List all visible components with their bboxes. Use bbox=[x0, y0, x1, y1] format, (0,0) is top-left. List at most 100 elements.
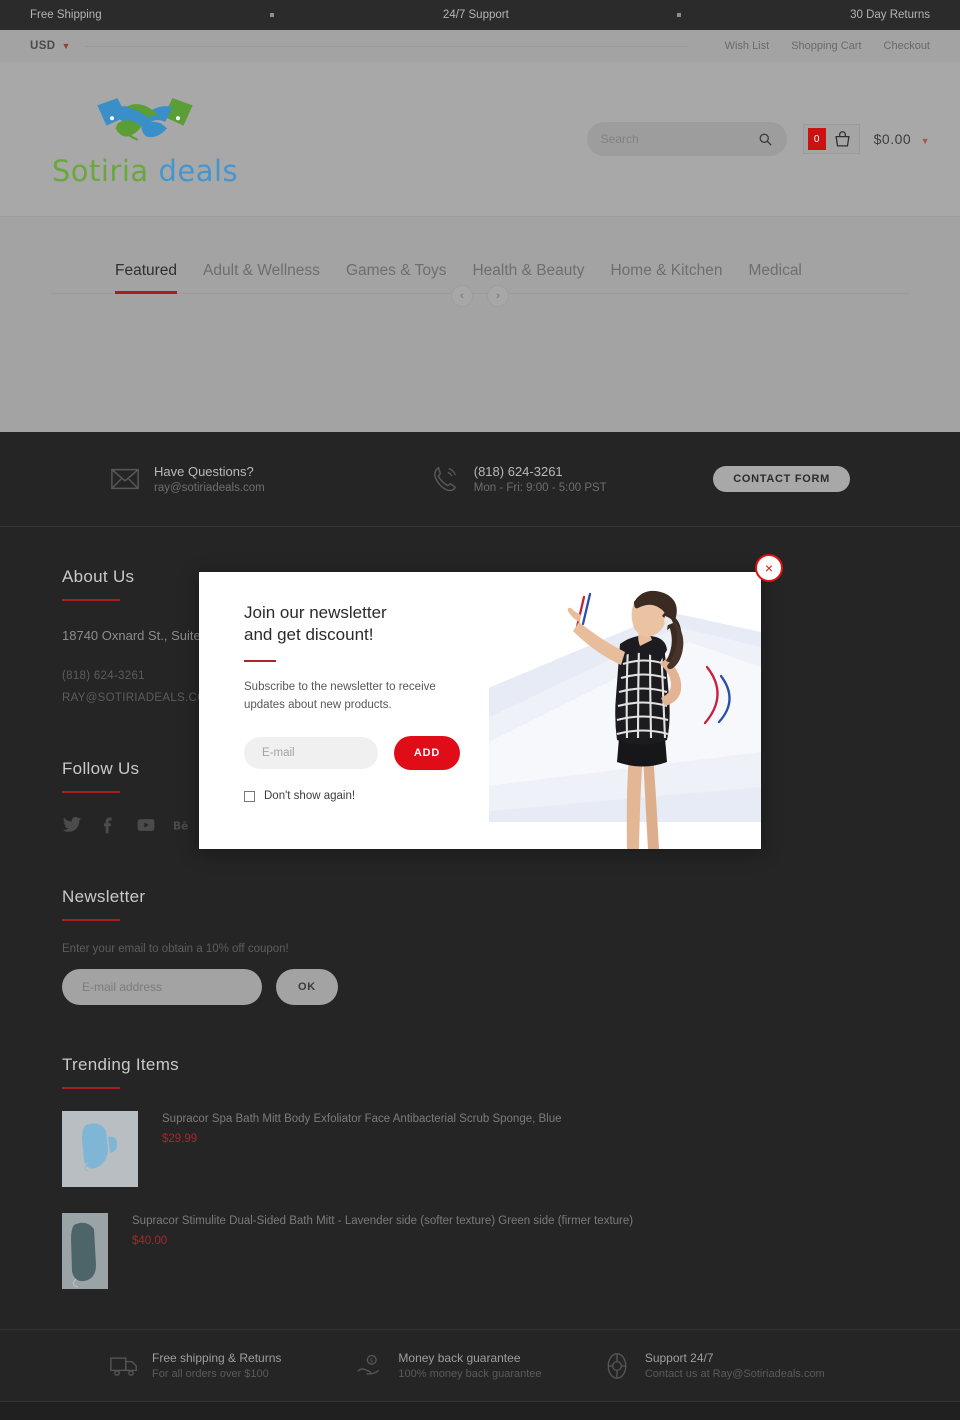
title-underline bbox=[62, 1087, 120, 1089]
modal-title: Join our newsletter and get discount! bbox=[244, 602, 489, 646]
feature-subtitle: Contact us at Ray@Sotiriadeals.com bbox=[644, 1368, 825, 1380]
feature-support: Support 24/7 Contact us at Ray@Sotiriade… bbox=[603, 1351, 849, 1380]
contact-email-block[interactable]: Have Questions? ray@sotiriadeals.com bbox=[110, 464, 265, 494]
cart-widget[interactable]: 0 $0.00 ▼ bbox=[802, 124, 930, 154]
announcement-bar: Free Shipping 24/7 Support 30 Day Return… bbox=[0, 0, 960, 30]
product-thumbnail[interactable] bbox=[62, 1111, 138, 1187]
newsletter-email-input[interactable] bbox=[62, 969, 262, 1005]
link-checkout[interactable]: Checkout bbox=[884, 40, 930, 52]
modal-left-panel: Join our newsletter and get discount! Su… bbox=[199, 572, 489, 849]
title-underline bbox=[62, 919, 120, 921]
feature-title: Money back guarantee bbox=[398, 1351, 521, 1365]
feature-subtitle: For all orders over $100 bbox=[152, 1368, 269, 1380]
product-info: Supracor Stimulite Dual-Sided Bath Mitt … bbox=[132, 1213, 633, 1247]
youtube-icon[interactable] bbox=[136, 815, 156, 835]
product-name[interactable]: Supracor Spa Bath Mitt Body Exfoliator F… bbox=[162, 1111, 562, 1127]
product-name[interactable]: Supracor Stimulite Dual-Sided Bath Mitt … bbox=[132, 1213, 633, 1229]
currency-label: USD bbox=[30, 40, 56, 52]
link-wish-list[interactable]: Wish List bbox=[725, 40, 770, 52]
contact-phone-hours: Mon - Fri: 9:00 - 5:00 PST bbox=[473, 482, 607, 494]
logo-text-primary: Sotiria bbox=[51, 154, 149, 188]
title-underline bbox=[62, 791, 120, 793]
hand-coin-icon: $ bbox=[357, 1354, 380, 1375]
handshake-icon bbox=[97, 98, 193, 141]
contact-phone-value: (818) 624-3261 bbox=[473, 464, 563, 479]
feature-money-back: $ Money back guarantee 100% money back g… bbox=[356, 1351, 602, 1380]
feature-strip: Free shipping & Returns For all orders o… bbox=[0, 1329, 960, 1401]
modal-add-button[interactable]: ADD bbox=[394, 736, 460, 770]
modal-checkbox-label: Don't show again! bbox=[264, 790, 356, 802]
product-thumbnail[interactable] bbox=[62, 1213, 108, 1289]
newsletter-section: Newsletter Enter your email to obtain a … bbox=[62, 887, 898, 1005]
logo-text-secondary: deals bbox=[158, 154, 239, 188]
chevron-down-icon: ▼ bbox=[61, 41, 71, 51]
model-photo bbox=[489, 572, 761, 849]
phone-icon bbox=[433, 466, 457, 492]
envelope-icon bbox=[111, 468, 139, 490]
announcement-support: 24/7 Support bbox=[442, 9, 509, 21]
modal-description-line2: updates about new products. bbox=[244, 699, 392, 711]
truck-icon bbox=[110, 1356, 137, 1376]
cart-box[interactable]: 0 bbox=[802, 124, 860, 154]
contact-strip: Have Questions? ray@sotiriadeals.com (81… bbox=[0, 432, 960, 527]
announcement-free-shipping: Free Shipping bbox=[30, 9, 102, 21]
cart-total-value: $0.00 bbox=[873, 131, 912, 147]
contact-form-button[interactable]: CONTACT FORM bbox=[713, 466, 850, 492]
cart-count-badge: 0 bbox=[807, 128, 826, 150]
modal-title-line2: and get discount! bbox=[244, 625, 374, 644]
feature-subtitle: 100% money back guarantee bbox=[398, 1368, 542, 1380]
link-shopping-cart[interactable]: Shopping Cart bbox=[791, 40, 861, 52]
modal-title-line1: Join our newsletter bbox=[244, 603, 387, 622]
logo[interactable]: Sotiria deals bbox=[30, 90, 260, 188]
modal-description: Subscribe to the newsletter to receive u… bbox=[244, 678, 489, 714]
modal-dont-show-row[interactable]: Don't show again! bbox=[244, 790, 489, 802]
feature-title: Free shipping & Returns bbox=[152, 1351, 282, 1365]
modal-description-line1: Subscribe to the newsletter to receive bbox=[244, 681, 436, 693]
lifebuoy-icon bbox=[607, 1352, 627, 1379]
basket-icon[interactable] bbox=[834, 130, 851, 148]
list-item[interactable]: Supracor Stimulite Dual-Sided Bath Mitt … bbox=[62, 1213, 898, 1289]
contact-email-value: ray@sotiriadeals.com bbox=[154, 482, 265, 494]
newsletter-description: Enter your email to obtain a 10% off cou… bbox=[62, 943, 289, 955]
contact-phone-block[interactable]: (818) 624-3261 Mon - Fri: 9:00 - 5:00 PS… bbox=[430, 464, 607, 494]
bath-mitt-image bbox=[62, 1213, 108, 1289]
search-input[interactable] bbox=[600, 132, 758, 146]
bath-mitt-image bbox=[62, 1111, 138, 1187]
carousel-next-icon[interactable]: › bbox=[487, 285, 509, 307]
trending-items-title: Trending Items bbox=[62, 1055, 179, 1074]
carousel-prev-icon[interactable]: ‹ bbox=[451, 285, 473, 307]
facebook-icon[interactable] bbox=[99, 815, 119, 835]
announcement-returns: 30 Day Returns bbox=[850, 9, 930, 21]
newsletter-modal: Join our newsletter and get discount! Su… bbox=[199, 554, 783, 849]
product-price: $29.99 bbox=[162, 1133, 198, 1145]
twitter-icon[interactable] bbox=[62, 815, 82, 835]
checkbox-icon[interactable] bbox=[244, 790, 255, 802]
logo-text: Sotiria deals bbox=[52, 154, 238, 188]
feature-shipping: Free shipping & Returns For all orders o… bbox=[110, 1351, 356, 1380]
product-info: Supracor Spa Bath Mitt Body Exfoliator F… bbox=[162, 1111, 562, 1145]
newsletter-form: OK bbox=[62, 969, 898, 1005]
behance-icon[interactable]: Bē bbox=[173, 815, 193, 835]
cart-total[interactable]: $0.00 ▼ bbox=[874, 131, 930, 147]
chevron-down-icon: ▼ bbox=[920, 136, 930, 146]
announcement-separator-icon bbox=[677, 13, 682, 17]
trending-items-section: Trending Items Supracor Spa Bath Mitt Bo… bbox=[62, 1055, 898, 1289]
svg-text:$: $ bbox=[370, 1357, 374, 1364]
modal-close-button[interactable]: × bbox=[755, 554, 783, 582]
list-item[interactable]: Supracor Spa Bath Mitt Body Exfoliator F… bbox=[62, 1111, 898, 1187]
title-underline bbox=[62, 599, 120, 601]
top-links-bar: USD ▼ Wish List Shopping Cart Checkout bbox=[0, 30, 960, 62]
copyright-text: Copyright © 2018, Sotiria Deals. All Rig… bbox=[0, 1401, 960, 1420]
carousel-controls: ‹ › bbox=[0, 285, 960, 307]
newsletter-ok-button[interactable]: OK bbox=[276, 969, 338, 1005]
contact-email-title: Have Questions? bbox=[154, 464, 254, 479]
modal-form: ADD bbox=[244, 736, 489, 770]
category-nav: Featured Adult & Wellness Games & Toys H… bbox=[0, 217, 960, 432]
svg-text:Bē: Bē bbox=[173, 819, 188, 832]
divider bbox=[84, 45, 689, 47]
header-right: 0 $0.00 ▼ bbox=[586, 122, 930, 156]
currency-selector[interactable]: USD ▼ bbox=[30, 40, 71, 52]
modal-email-input[interactable] bbox=[244, 737, 378, 769]
search-box[interactable] bbox=[586, 122, 787, 156]
search-icon[interactable] bbox=[758, 132, 773, 147]
